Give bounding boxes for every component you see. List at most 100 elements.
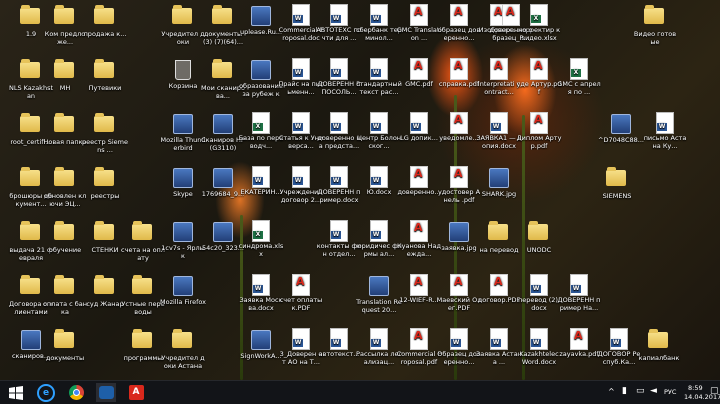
desktop-icon-label: SHARK.jpg (481, 191, 517, 198)
desktop-icon[interactable]: X GMC с апреля по ... (556, 58, 602, 96)
pdf-document-icon (408, 166, 430, 188)
clock-time[interactable]: 8:59 (688, 384, 703, 392)
desktop-icon-label: Диплом Артур.pdf (516, 135, 562, 150)
excel-document-icon: X (568, 58, 590, 80)
desktop-icon-label: реестры (90, 193, 120, 200)
desktop-icon[interactable]: UNODC (516, 220, 562, 255)
word-document-icon: W (328, 220, 350, 242)
folder-icon (172, 8, 194, 30)
taskbar-acrobat[interactable]: A (126, 383, 146, 402)
pdf-document-icon (488, 274, 510, 296)
desktop-icon[interactable]: SHARK.jpg (476, 166, 522, 199)
desktop-icon[interactable]: продажа к... (82, 4, 128, 39)
desktop-icon-label: Учредител доки Астана (161, 355, 205, 370)
word-document-icon: W (290, 4, 312, 26)
folder-icon (212, 62, 234, 84)
folder-icon (94, 278, 116, 300)
desktop-icon[interactable]: W ДОВЕРЕНН пример На... (556, 274, 602, 312)
word-document-icon: W (448, 328, 470, 350)
pdf-document-icon (568, 328, 590, 350)
application-icon (172, 114, 194, 136)
desktop-icon-label: Видео готовые (633, 31, 677, 46)
notification-icon[interactable]: ▢ (710, 386, 719, 396)
taskbar-chrome[interactable] (66, 383, 86, 402)
desktop-icon-label: доверенно образец_Р... (489, 27, 533, 42)
windows-logo-icon (9, 385, 23, 400)
chrome-icon (68, 385, 84, 400)
desktop-icon[interactable]: Учредител доки Астана (160, 328, 206, 370)
desktop-icon[interactable]: доверенно образец_Р... (488, 4, 534, 42)
pdf-document-icon (488, 58, 510, 80)
folder-icon (212, 8, 234, 30)
volume-icon[interactable]: ◄ (650, 386, 657, 396)
word-document-icon: W (290, 328, 312, 350)
folder-icon (54, 116, 76, 138)
application-icon (610, 114, 632, 136)
desktop-icon[interactable]: реестр Siemens ... (82, 112, 128, 154)
desktop-icon-label: письмо Астана Ку... (643, 135, 687, 150)
desktop-icon[interactable]: ^D7048C88... (598, 112, 644, 145)
folder-icon (20, 8, 42, 30)
tray-overflow-icon[interactable]: ^ (608, 387, 615, 396)
language-indicator[interactable]: РУС (664, 388, 676, 396)
pdf-document-icon (448, 274, 470, 296)
application-icon (448, 222, 470, 244)
word-document-icon: W (290, 166, 312, 188)
pdf-document-icon (408, 328, 430, 350)
desktop-icon[interactable]: счет оплаты к.PDF (278, 274, 324, 312)
taskbar-explorer[interactable]: e (36, 383, 56, 402)
ie-icon: e (37, 383, 55, 402)
desktop-icon-label: ДОВЕРЕНН пример На... (557, 297, 601, 312)
desktop-icon[interactable]: Путевики (82, 58, 128, 93)
folder-icon (132, 332, 154, 354)
network-icon[interactable]: ▮ (622, 386, 627, 396)
folder-icon (54, 62, 76, 84)
pdf-document-icon (408, 274, 430, 296)
word-document-icon: W (328, 166, 350, 188)
desktop-icon[interactable]: Xсиндрома.xlsx (238, 220, 284, 258)
folder-icon (54, 170, 76, 192)
application-icon (368, 276, 390, 298)
desktop-icon[interactable]: Диплом Артур.pdf (516, 112, 562, 150)
application-icon (172, 276, 194, 298)
application-icon (488, 168, 510, 190)
desktop-icon-label: UNODC (526, 247, 552, 254)
folder-icon (528, 224, 550, 246)
desktop-icon[interactable]: Mozilla Firefox (160, 274, 206, 307)
folder-icon (54, 332, 76, 354)
folder-icon (606, 170, 628, 192)
start-button[interactable] (6, 383, 26, 402)
desktop-icon[interactable]: SIEMENS (594, 166, 640, 201)
application-icon (172, 168, 194, 190)
word-document-icon: W (368, 166, 390, 188)
excel-document-icon: X (250, 112, 272, 134)
taskbar-thunderbird[interactable] (96, 383, 116, 402)
pdf-document-icon (290, 274, 312, 296)
pdf-document-icon (448, 112, 470, 134)
desktop-icon[interactable]: документы (42, 328, 88, 363)
word-document-icon: W (608, 328, 630, 350)
desktop-icon-label: счет оплаты к.PDF (279, 297, 323, 312)
word-document-icon: W (328, 112, 350, 134)
desktop-icon-label: Путевики (88, 85, 122, 92)
word-document-icon: W (290, 112, 312, 134)
folder-icon (94, 62, 116, 84)
desktop-icon[interactable]: Wписьмо Астана Ку... (642, 112, 688, 150)
application-icon (212, 168, 234, 190)
word-document-icon: W (250, 166, 272, 188)
folder-icon (644, 8, 666, 30)
desktop-icon[interactable]: капиалбанк (636, 328, 682, 363)
desktop-icon-label: синдрома.xlsx (238, 243, 284, 258)
application-icon (250, 6, 272, 28)
application-icon (212, 222, 234, 244)
application-icon (250, 60, 272, 82)
recycle-bin-icon (172, 60, 194, 82)
desktop-icon[interactable]: Видео готовые (632, 4, 678, 46)
word-document-icon: W (368, 112, 390, 134)
pdf-document-icon (408, 58, 430, 80)
word-document-icon: W (328, 328, 350, 350)
desktop-icon[interactable]: реестры (82, 166, 128, 201)
word-document-icon: W (328, 4, 350, 26)
pdf-document-icon (448, 58, 470, 80)
battery-icon[interactable]: ▭ (636, 386, 645, 396)
